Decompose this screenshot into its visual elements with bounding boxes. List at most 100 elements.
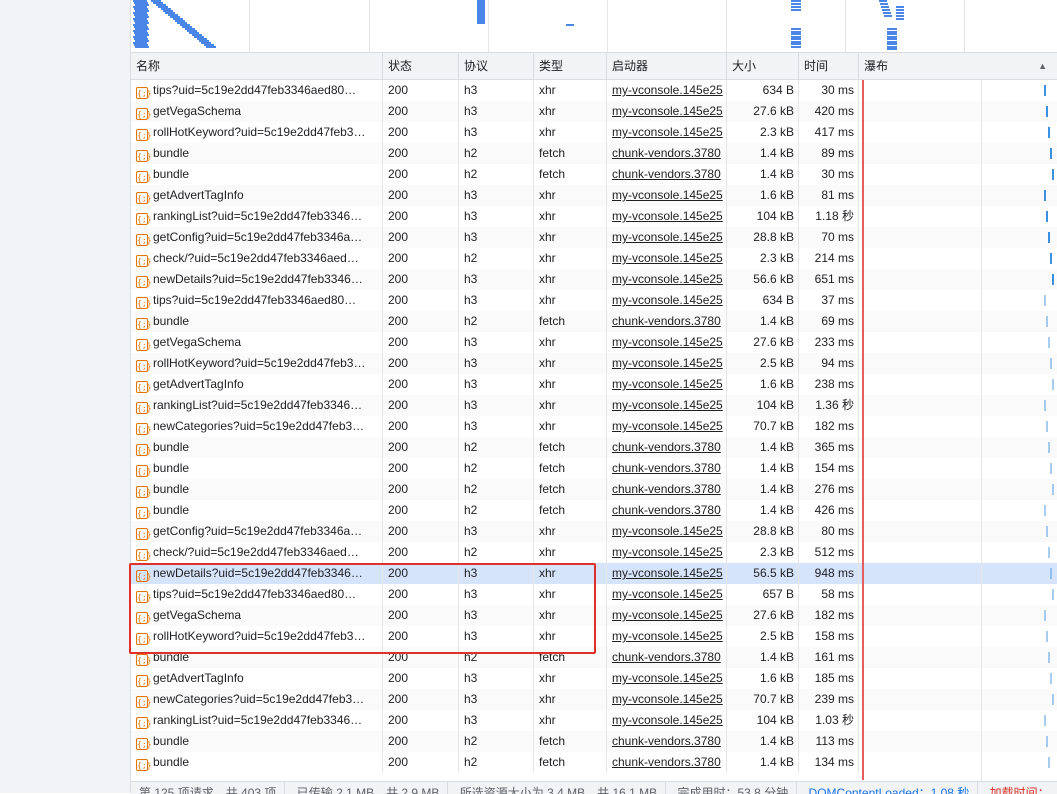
initiator-link[interactable]: chunk-vendors.3780 <box>607 500 727 521</box>
waterfall-cell[interactable] <box>859 164 1057 185</box>
waterfall-cell[interactable] <box>859 185 1057 206</box>
waterfall-cell[interactable] <box>859 689 1057 710</box>
waterfall-cell[interactable] <box>859 311 1057 332</box>
waterfall-cell[interactable] <box>859 500 1057 521</box>
initiator-link[interactable]: my-vconsole.145e25 <box>607 227 727 248</box>
table-row[interactable]: {;} getVegaSchema 200 h3 xhr my-vconsole.145e… <box>131 332 1057 353</box>
request-name-cell[interactable]: {;} check/?uid=5c19e2dd47feb3346aed… <box>131 248 383 269</box>
request-name-cell[interactable]: {;} newDetails?uid=5c19e2dd47feb3346… <box>131 269 383 290</box>
network-request-table[interactable]: 名称 状态 协议 类型 启动器 大小 时间 瀑布 ▲ {;} tips?uid=5… <box>131 53 1057 781</box>
waterfall-cell[interactable] <box>859 248 1057 269</box>
table-row[interactable]: {;} bundle 200 h2 fetch chunk-vendors.3780 1.4… <box>131 647 1057 668</box>
table-row[interactable]: {;} bundle 200 h2 fetch chunk-vendors.3780 1.4… <box>131 143 1057 164</box>
request-name-cell[interactable]: {;} getAdvertTagInfo <box>131 374 383 395</box>
waterfall-cell[interactable] <box>859 395 1057 416</box>
table-row[interactable]: {;} rollHotKeyword?uid=5c19e2dd47feb3… 200… <box>131 122 1057 143</box>
initiator-link[interactable]: my-vconsole.145e25 <box>607 626 727 647</box>
waterfall-cell[interactable] <box>859 521 1057 542</box>
table-row[interactable]: {;} rankingList?uid=5c19e2dd47feb3346… 200… <box>131 206 1057 227</box>
column-header-time[interactable]: 时间 <box>799 53 859 79</box>
request-name-cell[interactable]: {;} bundle <box>131 500 383 521</box>
request-name-cell[interactable]: {;} rollHotKeyword?uid=5c19e2dd47feb3… <box>131 626 383 647</box>
request-name-cell[interactable]: {;} getVegaSchema <box>131 605 383 626</box>
waterfall-cell[interactable] <box>859 563 1057 584</box>
request-name-cell[interactable]: {;} rollHotKeyword?uid=5c19e2dd47feb3… <box>131 353 383 374</box>
waterfall-cell[interactable] <box>859 710 1057 731</box>
waterfall-cell[interactable] <box>859 647 1057 668</box>
column-header-protocol[interactable]: 协议 <box>459 53 534 79</box>
table-row[interactable]: {;} newDetails?uid=5c19e2dd47feb3346… 200 h… <box>131 563 1057 584</box>
request-name-cell[interactable]: {;} newDetails?uid=5c19e2dd47feb3346… <box>131 563 383 584</box>
column-header-waterfall[interactable]: 瀑布 ▲ <box>859 53 1057 79</box>
initiator-link[interactable]: my-vconsole.145e25 <box>607 374 727 395</box>
waterfall-cell[interactable] <box>859 206 1057 227</box>
waterfall-cell[interactable] <box>859 437 1057 458</box>
table-row[interactable]: {;} getAdvertTagInfo 200 h3 xhr my-vconsole.1… <box>131 668 1057 689</box>
waterfall-cell[interactable] <box>859 731 1057 752</box>
request-name-cell[interactable]: {;} newCategories?uid=5c19e2dd47feb3… <box>131 416 383 437</box>
column-header-size[interactable]: 大小 <box>727 53 799 79</box>
waterfall-cell[interactable] <box>859 542 1057 563</box>
waterfall-cell[interactable] <box>859 458 1057 479</box>
waterfall-cell[interactable] <box>859 668 1057 689</box>
table-row[interactable]: {;} getVegaSchema 200 h3 xhr my-vconsole.145e… <box>131 101 1057 122</box>
waterfall-cell[interactable] <box>859 479 1057 500</box>
table-row[interactable]: {;} tips?uid=5c19e2dd47feb3346aed80… 200 h3… <box>131 584 1057 605</box>
column-header-initiator[interactable]: 启动器 <box>607 53 727 79</box>
request-name-cell[interactable]: {;} check/?uid=5c19e2dd47feb3346aed… <box>131 542 383 563</box>
table-row[interactable]: {;} check/?uid=5c19e2dd47feb3346aed… 200 h2… <box>131 542 1057 563</box>
initiator-link[interactable]: my-vconsole.145e25 <box>607 248 727 269</box>
waterfall-cell[interactable] <box>859 353 1057 374</box>
initiator-link[interactable]: my-vconsole.145e25 <box>607 122 727 143</box>
waterfall-cell[interactable] <box>859 626 1057 647</box>
initiator-link[interactable]: my-vconsole.145e25 <box>607 269 727 290</box>
request-name-cell[interactable]: {;} bundle <box>131 143 383 164</box>
request-name-cell[interactable]: {;} tips?uid=5c19e2dd47feb3346aed80… <box>131 290 383 311</box>
waterfall-cell[interactable] <box>859 584 1057 605</box>
table-row[interactable]: {;} getVegaSchema 200 h3 xhr my-vconsole.145e… <box>131 605 1057 626</box>
initiator-link[interactable]: chunk-vendors.3780 <box>607 647 727 668</box>
waterfall-cell[interactable] <box>859 80 1057 101</box>
table-row[interactable]: {;} tips?uid=5c19e2dd47feb3346aed80… 200 h3… <box>131 80 1057 101</box>
initiator-link[interactable]: my-vconsole.145e25 <box>607 290 727 311</box>
initiator-link[interactable]: my-vconsole.145e25 <box>607 689 727 710</box>
waterfall-cell[interactable] <box>859 416 1057 437</box>
waterfall-cell[interactable] <box>859 101 1057 122</box>
table-row[interactable]: {;} bundle 200 h2 fetch chunk-vendors.3780 1.4… <box>131 311 1057 332</box>
initiator-link[interactable]: my-vconsole.145e25 <box>607 563 727 584</box>
table-row[interactable]: {;} bundle 200 h2 fetch chunk-vendors.3780 1.4… <box>131 164 1057 185</box>
table-row[interactable]: {;} getAdvertTagInfo 200 h3 xhr my-vconsole.1… <box>131 374 1057 395</box>
table-row[interactable]: {;} getAdvertTagInfo 200 h3 xhr my-vconsole.1… <box>131 185 1057 206</box>
initiator-link[interactable]: chunk-vendors.3780 <box>607 311 727 332</box>
table-row[interactable]: {;} bundle 200 h2 fetch chunk-vendors.3780 1.4… <box>131 458 1057 479</box>
column-header-status[interactable]: 状态 <box>383 53 459 79</box>
waterfall-cell[interactable] <box>859 605 1057 626</box>
request-name-cell[interactable]: {;} newCategories?uid=5c19e2dd47feb3… <box>131 689 383 710</box>
request-name-cell[interactable]: {;} rankingList?uid=5c19e2dd47feb3346… <box>131 710 383 731</box>
initiator-link[interactable]: my-vconsole.145e25 <box>607 353 727 374</box>
table-row[interactable]: {;} rankingList?uid=5c19e2dd47feb3346… 200… <box>131 710 1057 731</box>
table-row[interactable]: {;} bundle 200 h2 fetch chunk-vendors.3780 1.4… <box>131 500 1057 521</box>
table-row[interactable]: {;} check/?uid=5c19e2dd47feb3346aed… 200 h2… <box>131 248 1057 269</box>
initiator-link[interactable]: my-vconsole.145e25 <box>607 542 727 563</box>
initiator-link[interactable]: chunk-vendors.3780 <box>607 731 727 752</box>
sort-ascending-icon[interactable]: ▲ <box>1038 53 1047 79</box>
initiator-link[interactable]: my-vconsole.145e25 <box>607 605 727 626</box>
initiator-link[interactable]: my-vconsole.145e25 <box>607 332 727 353</box>
request-name-cell[interactable]: {;} getVegaSchema <box>131 332 383 353</box>
request-name-cell[interactable]: {;} bundle <box>131 752 383 773</box>
initiator-link[interactable]: my-vconsole.145e25 <box>607 521 727 542</box>
initiator-link[interactable]: my-vconsole.145e25 <box>607 395 727 416</box>
table-row[interactable]: {;} getConfig?uid=5c19e2dd47feb3346a… 200 h… <box>131 227 1057 248</box>
table-row[interactable]: {;} rankingList?uid=5c19e2dd47feb3346… 200… <box>131 395 1057 416</box>
initiator-link[interactable]: chunk-vendors.3780 <box>607 437 727 458</box>
table-row[interactable]: {;} newCategories?uid=5c19e2dd47feb3… 200 h… <box>131 689 1057 710</box>
request-name-cell[interactable]: {;} bundle <box>131 731 383 752</box>
request-name-cell[interactable]: {;} tips?uid=5c19e2dd47feb3346aed80… <box>131 584 383 605</box>
column-header-type[interactable]: 类型 <box>534 53 607 79</box>
request-name-cell[interactable]: {;} tips?uid=5c19e2dd47feb3346aed80… <box>131 80 383 101</box>
waterfall-cell[interactable] <box>859 122 1057 143</box>
request-name-cell[interactable]: {;} getVegaSchema <box>131 101 383 122</box>
request-name-cell[interactable]: {;} getConfig?uid=5c19e2dd47feb3346a… <box>131 227 383 248</box>
initiator-link[interactable]: my-vconsole.145e25 <box>607 206 727 227</box>
